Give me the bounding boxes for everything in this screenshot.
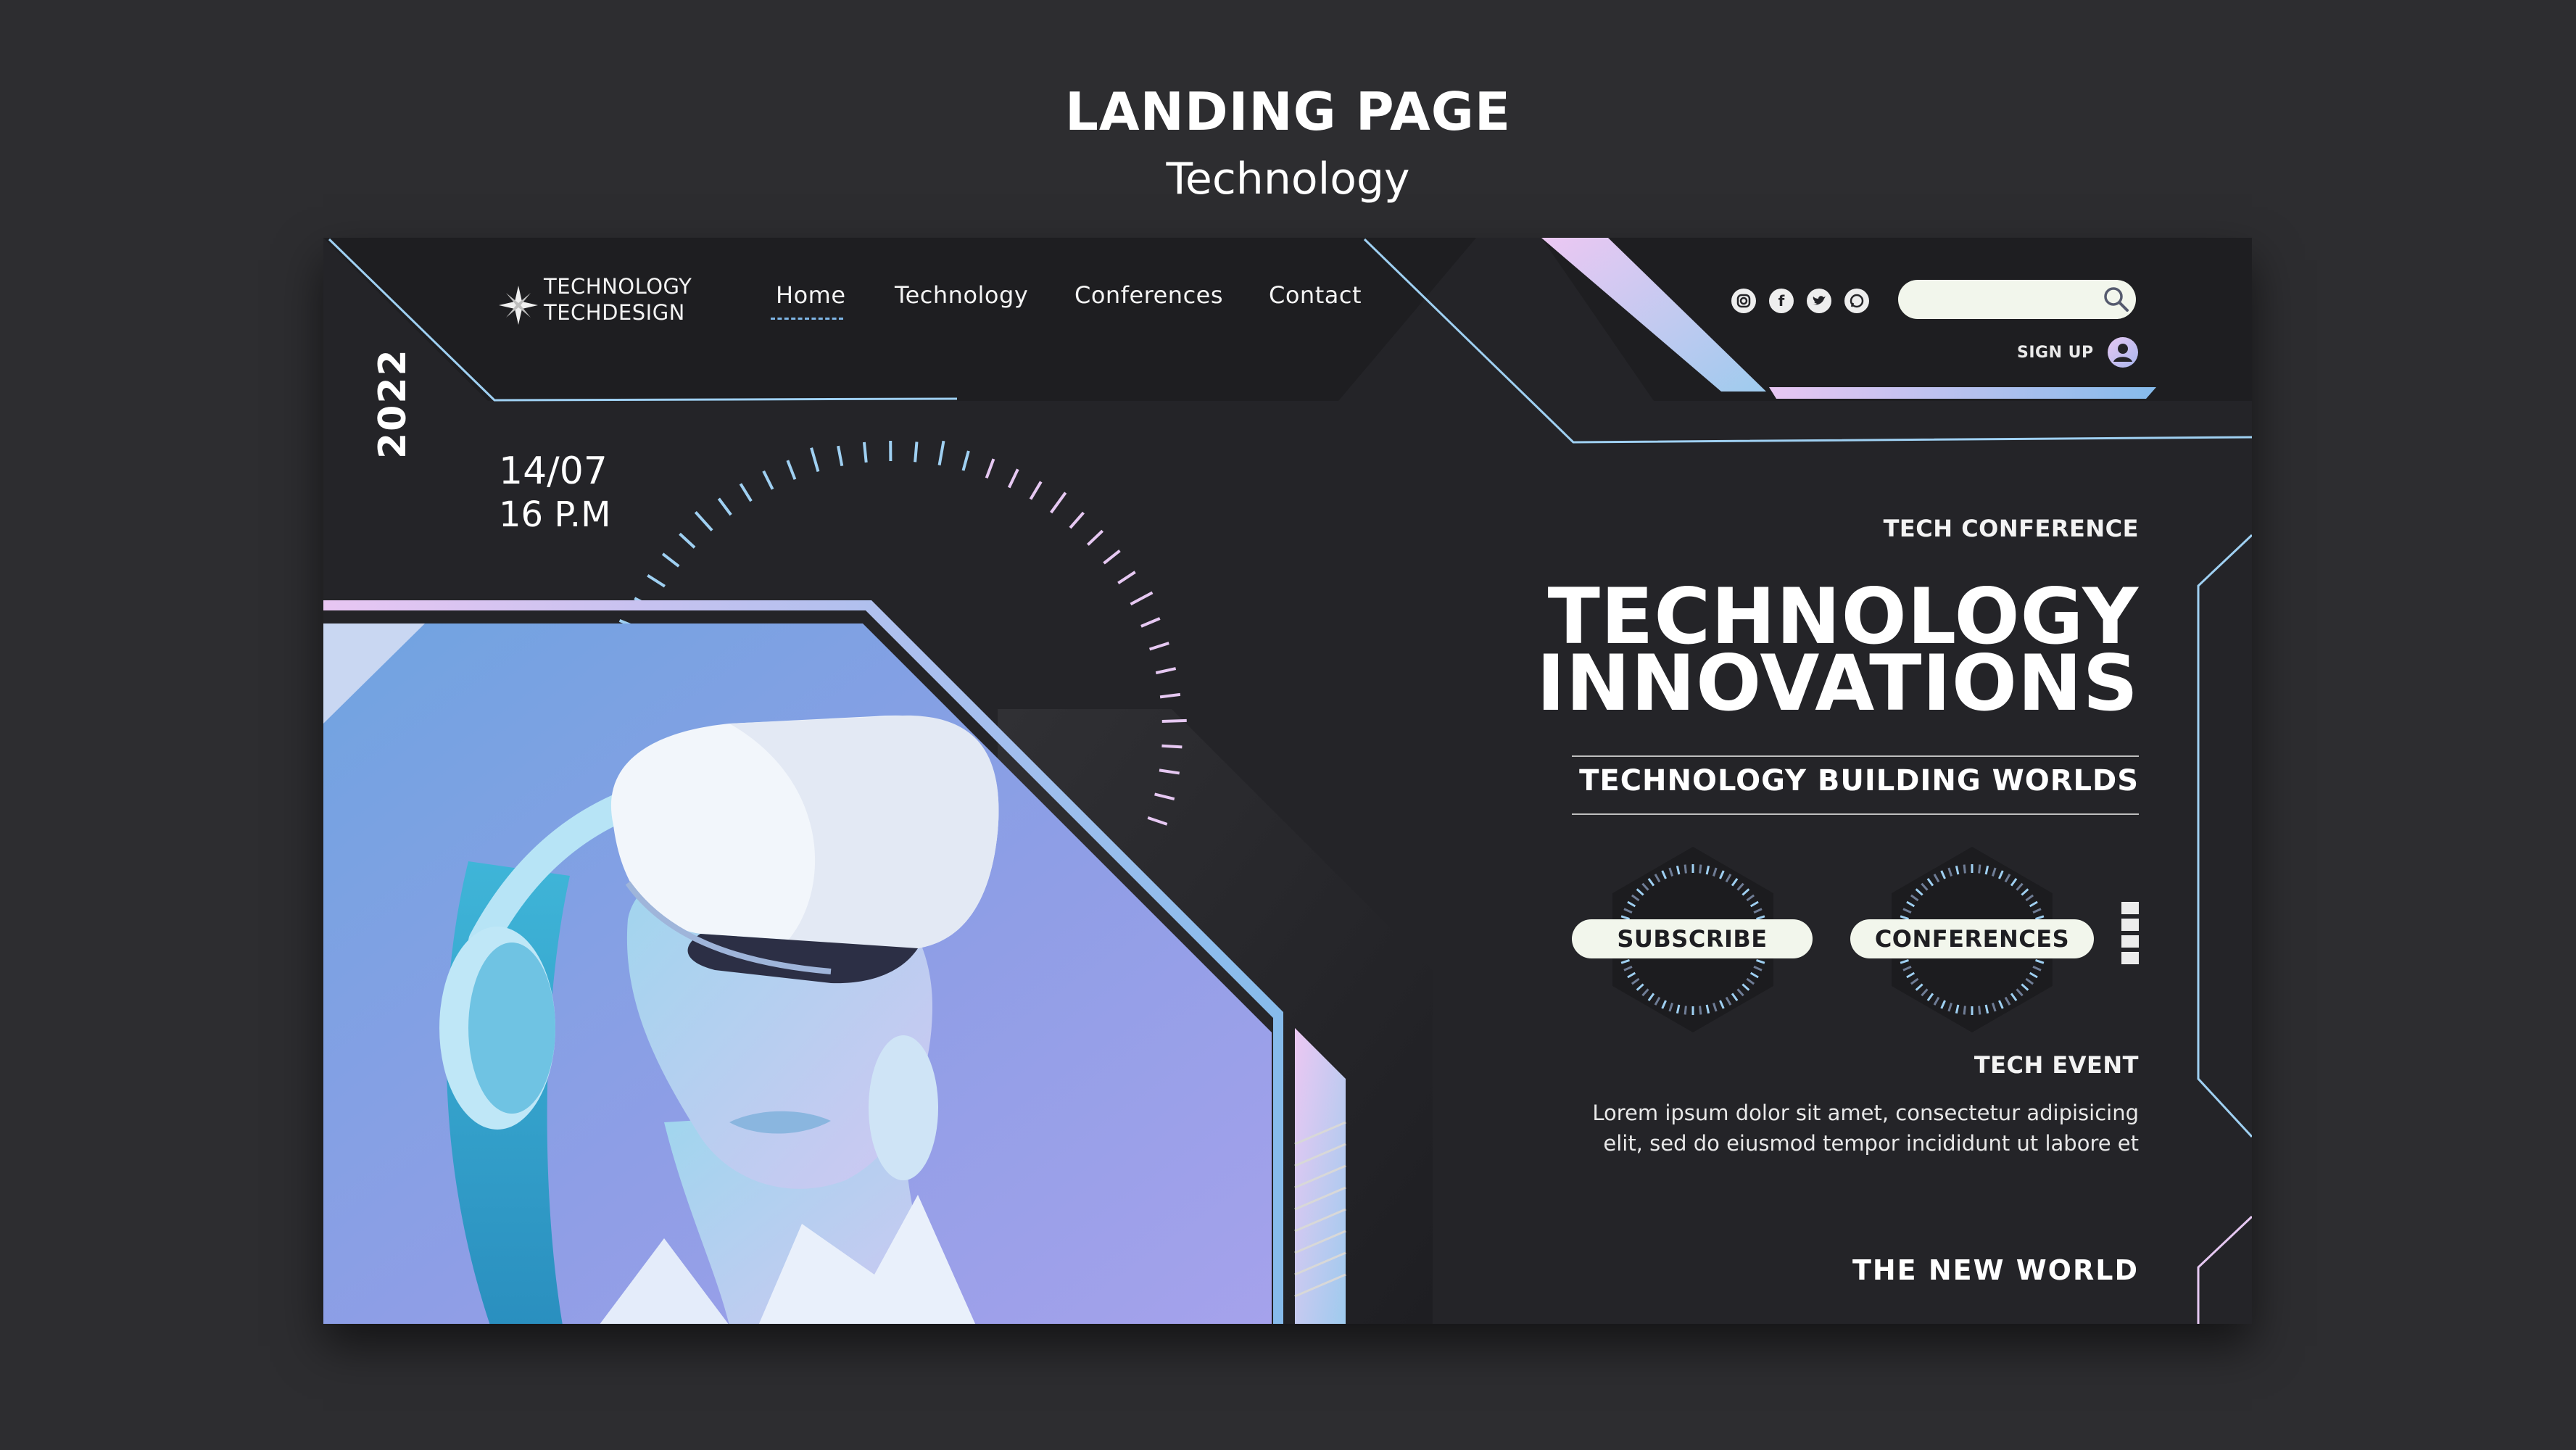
dial-tick [1007,468,1019,489]
dial-tick [1069,511,1085,529]
footer-tagline: THE NEW WORLD [1852,1254,2139,1286]
dial-tick [810,447,820,472]
hex-ring-tick [1963,864,1966,874]
dial-tick [717,497,732,516]
presentation-title: LANDING PAGE [1065,81,1511,142]
dial-tick [661,552,680,568]
hex-ring-tick [1978,864,1981,874]
hex-ring-tick [1963,1006,1966,1015]
dial-tick [961,450,970,471]
facebook-icon[interactable]: f [1769,289,1794,313]
twitter-icon[interactable] [1807,289,1831,313]
dial-tick [1050,492,1067,514]
hex-ring-tick [1978,1006,1981,1015]
dial-tick [1087,529,1104,546]
bar-stack-decoration [2121,902,2139,969]
details-label: TECH EVENT [1974,1051,2139,1079]
dial-tick [647,573,666,588]
nav-home-active-underline [771,318,843,320]
brand-name-line2: TECHDESIGN [544,300,685,325]
hex-ring-tick [1699,864,1702,874]
hex-ring-tick [1683,864,1687,874]
hero-tagline: TECHNOLOGY BUILDING WORLDS [1579,764,2139,798]
whatsapp-icon[interactable] [1844,289,1869,313]
event-time: 16 P.M [499,494,611,535]
dial-tick [739,483,753,502]
brand-name-line1: TECHNOLOGY [544,274,692,299]
dial-tick [937,440,945,465]
dial-tick [1117,571,1136,584]
dial-tick [762,470,774,490]
event-date: 14/07 [499,450,608,493]
sign-up-link[interactable]: SIGN UP [2017,344,2094,362]
user-icon[interactable] [2107,336,2139,368]
landing-page-mockup: TECHNOLOGY TECHDESIGN Home Technology Co… [323,238,2252,1324]
details-description-line2: elit, sed do eiusmod tempor incididunt u… [1603,1131,2139,1156]
presentation-subtitle: Technology [1166,154,1410,204]
dial-tick [914,442,919,463]
hex-ring-tick [1699,1006,1702,1015]
details-description-line1: Lorem ipsum dolor sit amet, consectetur … [1592,1101,2139,1125]
hex-ring-tick [1683,1006,1687,1015]
dial-tick [862,442,868,463]
hero-photo-vr-headset [323,600,1283,1324]
dial-tick [985,458,995,479]
nav-home[interactable]: Home [776,281,846,309]
event-year: 2022 [371,348,415,459]
conferences-button[interactable]: CONFERENCES [1850,919,2094,958]
star-burst-icon [499,286,538,325]
dial-tick [1029,481,1043,500]
nav-technology[interactable]: Technology [895,281,1028,309]
divider [1572,755,2139,757]
search-icon[interactable] [2100,283,2133,316]
nav-conferences[interactable]: Conferences [1074,281,1223,309]
hero-eyebrow: TECH CONFERENCE [1883,515,2139,542]
hero-headline-line2: INNOVATIONS [1536,639,2139,728]
dial-tick [1103,549,1121,565]
dial-tick [837,445,844,466]
subscribe-button[interactable]: SUBSCRIBE [1572,919,1813,958]
divider [1572,813,2139,815]
dial-tick [786,460,797,480]
instagram-icon[interactable] [1731,289,1756,313]
dial-tick [694,510,713,531]
nav-contact[interactable]: Contact [1269,281,1362,309]
dial-tick [679,532,696,549]
